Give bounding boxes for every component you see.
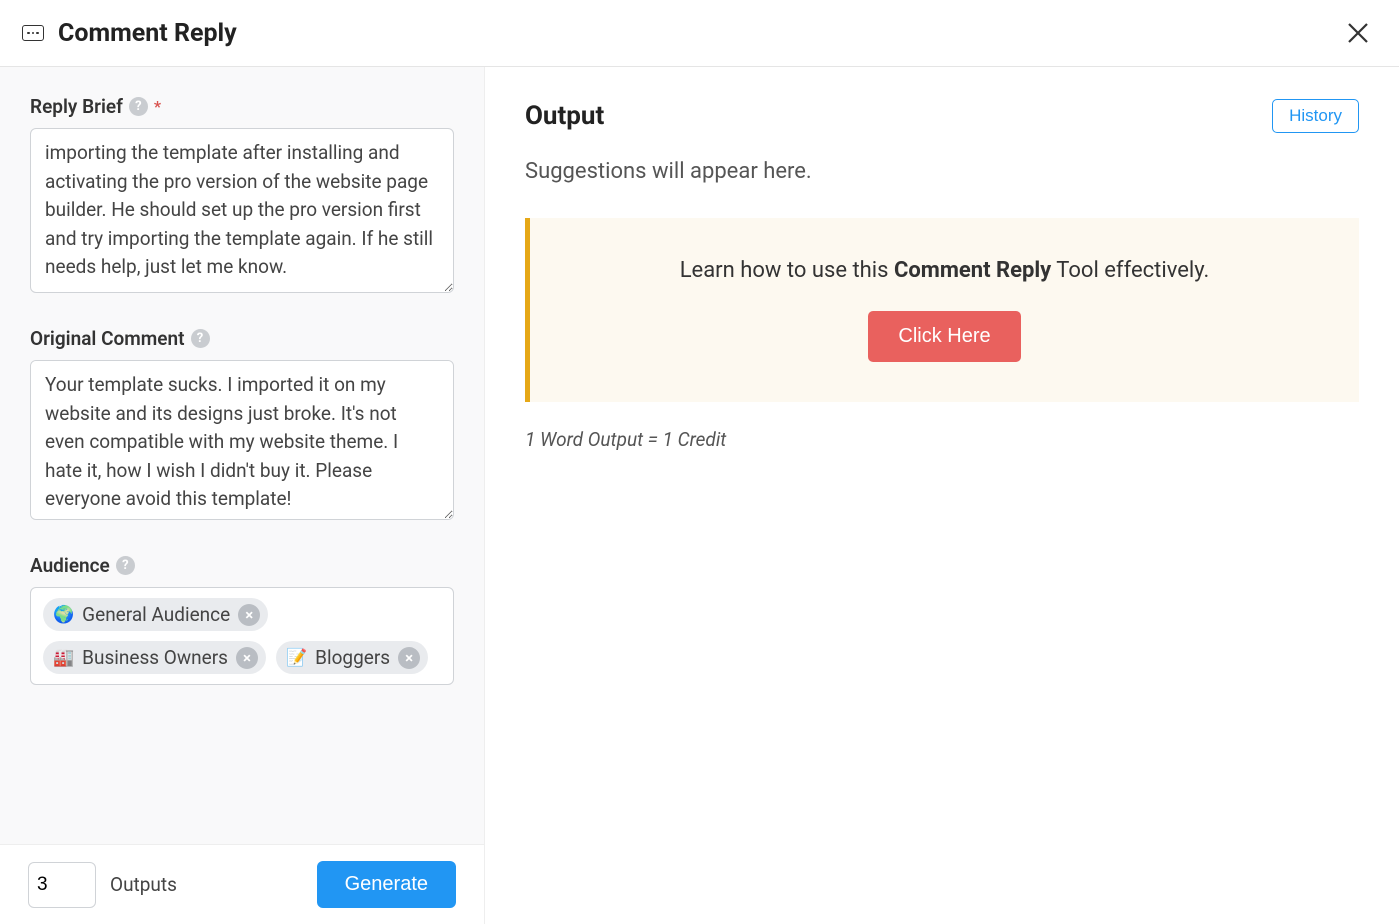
reply-brief-group: Reply Brief ? * (30, 95, 454, 297)
reply-brief-label-text: Reply Brief (30, 95, 123, 118)
close-icon (1347, 22, 1369, 44)
input-scroll-area[interactable]: Reply Brief ? * Original Comment ? Audie… (0, 67, 484, 844)
original-comment-label-text: Original Comment (30, 327, 185, 350)
reply-brief-input[interactable] (30, 128, 454, 293)
history-button[interactable]: History (1272, 99, 1359, 133)
audience-tags-box[interactable]: 🌍 General Audience × 🏭 Business Owners ×… (30, 587, 454, 685)
audience-tag-label: Business Owners (82, 646, 228, 669)
audience-tag-label: General Audience (82, 603, 230, 626)
audience-tag-label: Bloggers (315, 646, 390, 669)
output-panel: Output History Suggestions will appear h… (485, 67, 1399, 924)
close-button[interactable] (1343, 18, 1373, 48)
modal-header: Comment Reply (0, 0, 1399, 67)
help-icon[interactable]: ? (129, 97, 148, 116)
original-comment-group: Original Comment ? (30, 327, 454, 524)
note-icon: 📝 (286, 648, 307, 668)
audience-tag: 🏭 Business Owners × (43, 641, 266, 674)
audience-label: Audience ? (30, 554, 454, 577)
input-panel: Reply Brief ? * Original Comment ? Audie… (0, 67, 485, 924)
original-comment-label: Original Comment ? (30, 327, 454, 350)
info-text-bold: Comment Reply (894, 258, 1051, 283)
info-callout: Learn how to use this Comment Reply Tool… (525, 218, 1359, 402)
required-indicator: * (154, 97, 161, 116)
info-text: Learn how to use this Comment Reply Tool… (560, 258, 1329, 283)
output-placeholder: Suggestions will appear here. (525, 159, 1359, 184)
output-header: Output History (525, 99, 1359, 133)
main-layout: Reply Brief ? * Original Comment ? Audie… (0, 67, 1399, 924)
help-icon[interactable]: ? (116, 556, 135, 575)
outputs-label: Outputs (110, 873, 303, 896)
comment-icon (22, 25, 44, 41)
tag-remove-button[interactable]: × (238, 604, 260, 626)
help-icon[interactable]: ? (191, 329, 210, 348)
credit-note: 1 Word Output = 1 Credit (525, 428, 1359, 451)
factory-icon: 🏭 (53, 648, 74, 668)
tag-remove-button[interactable]: × (236, 647, 258, 669)
globe-icon: 🌍 (53, 605, 74, 625)
reply-brief-label: Reply Brief ? * (30, 95, 454, 118)
tag-remove-button[interactable]: × (398, 647, 420, 669)
page-title: Comment Reply (58, 19, 1343, 48)
info-text-suffix: Tool effectively. (1051, 258, 1209, 283)
original-comment-input[interactable] (30, 360, 454, 520)
click-here-button[interactable]: Click Here (868, 311, 1020, 362)
generate-button[interactable]: Generate (317, 861, 456, 908)
input-footer: Outputs Generate (0, 844, 484, 924)
audience-tag: 🌍 General Audience × (43, 598, 268, 631)
output-heading: Output (525, 101, 1272, 131)
info-text-prefix: Learn how to use this (680, 258, 894, 283)
outputs-count-input[interactable] (28, 862, 96, 908)
audience-group: Audience ? 🌍 General Audience × 🏭 Busine… (30, 554, 454, 685)
audience-tag: 📝 Bloggers × (276, 641, 428, 674)
audience-label-text: Audience (30, 554, 110, 577)
